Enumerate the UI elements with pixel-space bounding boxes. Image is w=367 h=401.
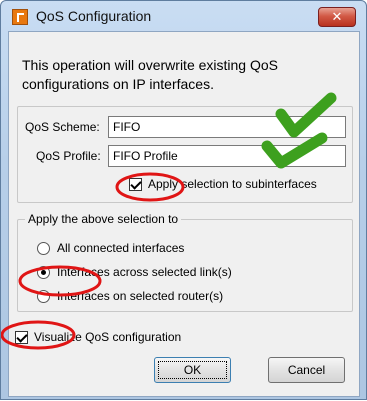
radio-interfaces-across-links[interactable] [37,266,50,279]
option-label-on-routers: Interfaces on selected router(s) [57,289,224,303]
warning-message: This operation will overwrite existing Q… [22,57,278,92]
radio-all-connected-interfaces[interactable] [37,242,50,255]
qos-configuration-dialog: QoS Configuration ✕ This operation will … [0,0,367,400]
qos-scheme-label: QoS Scheme: [25,120,100,134]
dialog-body: This operation will overwrite existing Q… [8,31,360,397]
checkmark-icon [130,178,142,190]
focus-rectangle [158,361,227,379]
option-label-across-links: Interfaces across selected link(s) [57,265,232,279]
checkmark-icon [16,331,28,343]
radio-selected-dot [41,270,46,275]
apply-subinterfaces-label: Apply selection to subinterfaces [148,177,317,191]
visualize-qos-checkbox[interactable] [15,331,28,344]
apply-subinterfaces-checkbox[interactable] [129,178,142,191]
apply-selection-legend: Apply the above selection to [25,212,182,226]
cancel-button[interactable]: Cancel [268,357,345,383]
cancel-button-label: Cancel [287,363,326,377]
qos-settings-group: QoS Scheme: FIFO QoS Profile: FIFO Profi… [17,106,353,203]
qos-profile-label: QoS Profile: [36,149,101,163]
close-button[interactable]: ✕ [318,7,356,27]
radio-interfaces-on-routers[interactable] [37,290,50,303]
title-bar[interactable]: QoS Configuration ✕ [1,1,366,31]
option-label-all-connected: All connected interfaces [57,241,185,255]
visualize-qos-label: Visualize QoS configuration [34,330,182,344]
qos-scheme-field[interactable]: FIFO [108,116,346,138]
apply-selection-group: Apply the above selection to All connect… [17,212,353,312]
qos-profile-field[interactable]: FIFO Profile [108,145,346,167]
window-title: QoS Configuration [36,8,152,24]
app-logo-icon [12,9,28,25]
ok-button[interactable]: OK [154,357,231,383]
